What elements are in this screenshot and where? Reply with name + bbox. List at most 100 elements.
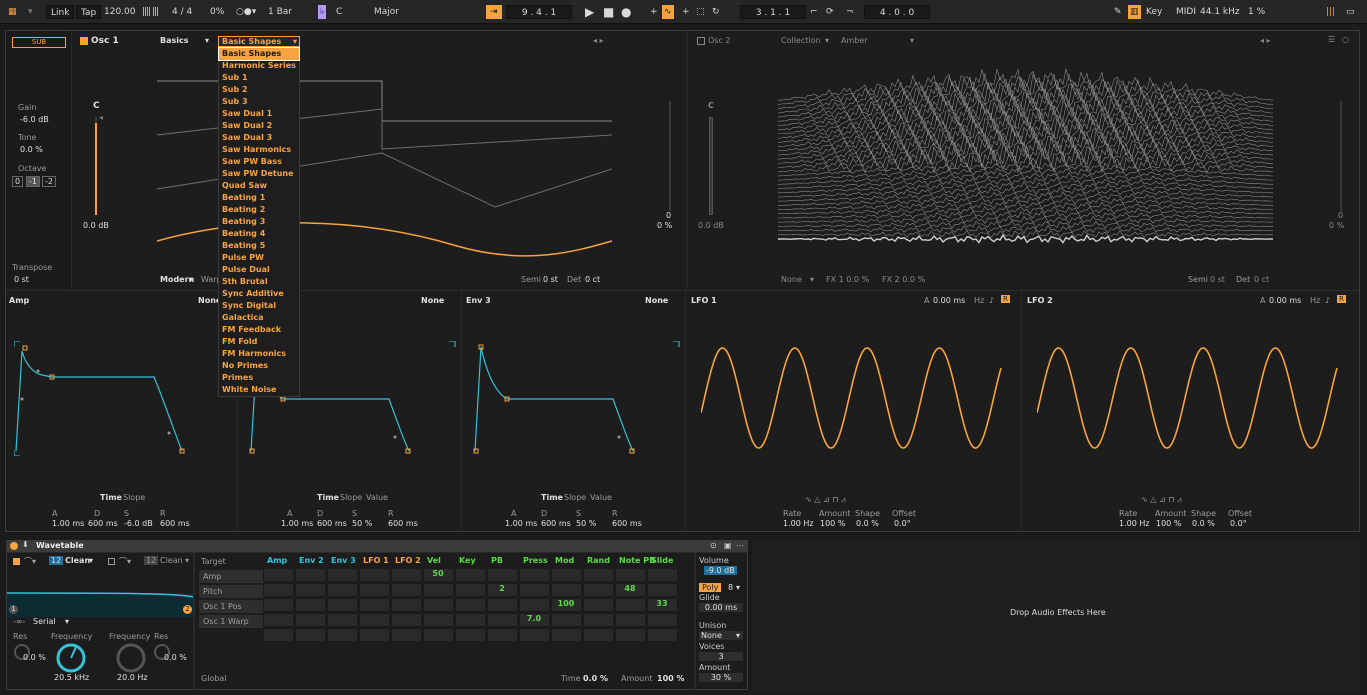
menu-item[interactable]: Saw Dual 2 <box>219 120 299 132</box>
lfo2-retrigger[interactable]: R <box>1337 295 1346 303</box>
device-power-icon[interactable] <box>10 542 18 550</box>
env1-graph[interactable] <box>14 341 234 456</box>
menu-item[interactable]: 5th Brutal <box>219 276 299 288</box>
menu-item[interactable]: Sub 1 <box>219 72 299 84</box>
matrix-amount[interactable]: 100 <box>551 599 581 608</box>
loop-length-field[interactable]: 4 . 0 . 0 <box>864 5 930 19</box>
osc2-wavetable[interactable]: Amber <box>841 36 868 45</box>
matrix-cell[interactable] <box>583 613 614 627</box>
matrix-cell[interactable] <box>295 598 326 612</box>
matrix-cell[interactable] <box>455 598 486 612</box>
matrix-amount[interactable]: 48 <box>615 584 645 593</box>
filter1-shape-icon[interactable]: ⌒▾ <box>24 556 36 567</box>
matrix-cell[interactable] <box>263 568 294 582</box>
note-icon[interactable]: ♪ <box>989 296 994 305</box>
env2-decay[interactable]: 600 ms <box>317 519 347 528</box>
lfo2-offset[interactable]: 0.0° <box>1230 519 1247 528</box>
wavetable-select[interactable]: Basic Shapes ▾ <box>218 36 300 47</box>
midi-map-button[interactable]: MIDI <box>1176 5 1196 19</box>
matrix-cell[interactable] <box>327 628 358 642</box>
octave-0[interactable]: 0 <box>12 176 24 187</box>
matrix-cell[interactable] <box>359 628 390 642</box>
chevron-down-icon[interactable]: ▾ <box>185 556 189 565</box>
osc2-enable[interactable] <box>697 37 705 45</box>
play-icon[interactable]: ▶ <box>585 5 594 19</box>
circle-icon[interactable]: ○ <box>1342 35 1349 44</box>
lfo1-attack[interactable]: 0.00 ms <box>933 296 965 305</box>
matrix-cell[interactable] <box>423 613 454 627</box>
menu-item[interactable]: No Primes <box>219 360 299 372</box>
punch-in-icon[interactable]: ⌐ <box>810 5 818 19</box>
menu-icon[interactable]: ▾ <box>28 5 33 19</box>
matrix-amount[interactable]: 2 <box>487 584 517 593</box>
osc1-det[interactable]: 0 ct <box>585 275 600 284</box>
menu-item[interactable]: Beating 3 <box>219 216 299 228</box>
menu-item[interactable]: Saw Dual 3 <box>219 132 299 144</box>
menu-item[interactable]: Saw PW Detune <box>219 168 299 180</box>
matrix-cell[interactable] <box>455 613 486 627</box>
env1-slope-tab[interactable]: Slope <box>123 493 145 502</box>
env3-sustain[interactable]: 50 % <box>576 519 596 528</box>
menu-item[interactable]: White Noise <box>219 384 299 396</box>
matrix-cell[interactable] <box>423 598 454 612</box>
matrix-amount[interactable]: 33 <box>647 599 677 608</box>
menu-item[interactable]: Sub 2 <box>219 84 299 96</box>
osc1-semi[interactable]: 0 st <box>543 275 558 284</box>
matrix-cell[interactable] <box>487 613 518 627</box>
freq1-value[interactable]: 20.5 kHz <box>54 673 89 682</box>
lfo1-amount[interactable]: 100 % <box>820 519 845 528</box>
matrix-cell[interactable] <box>455 568 486 582</box>
transpose-value[interactable]: 0 st <box>14 275 29 284</box>
env2-attack[interactable]: 1.00 ms <box>281 519 313 528</box>
env3-slope-tab[interactable]: Slope <box>564 493 586 502</box>
osc2-fx2[interactable]: FX 2 0.0 % <box>882 275 925 284</box>
scale-select[interactable]: Major <box>374 5 399 19</box>
freq2-knob[interactable] <box>114 641 148 675</box>
matrix-cell[interactable] <box>487 598 518 612</box>
matrix-cell[interactable] <box>327 613 358 627</box>
env2-mode[interactable]: None <box>421 296 444 305</box>
env2-value-tab[interactable]: Value <box>366 493 388 502</box>
filter2-node[interactable]: 1 <box>9 605 18 614</box>
matrix-cell[interactable] <box>519 583 550 597</box>
matrix-cell[interactable] <box>391 583 422 597</box>
matrix-cell[interactable] <box>583 628 614 642</box>
menu-item[interactable]: FM Fold <box>219 336 299 348</box>
filter2-slope[interactable]: 12 <box>144 556 159 565</box>
matrix-cell[interactable] <box>295 613 326 627</box>
matrix-cell[interactable] <box>615 598 646 612</box>
matrix-cell[interactable] <box>423 583 454 597</box>
loop-start-field[interactable]: 3 . 1 . 1 <box>740 5 806 19</box>
octave-minus1[interactable]: -1 <box>26 176 40 187</box>
matrix-cell[interactable] <box>327 583 358 597</box>
menu-item[interactable]: Galactica <box>219 312 299 324</box>
matrix-cell[interactable] <box>295 568 326 582</box>
matrix-cell[interactable] <box>647 583 678 597</box>
matrix-cell[interactable] <box>551 613 582 627</box>
link-button[interactable]: Link <box>46 5 75 19</box>
env1-sustain[interactable]: -6.0 dB <box>124 519 153 528</box>
nudge-icon[interactable]: |||| ||| <box>142 5 159 19</box>
matrix-target-row[interactable]: Amp <box>199 570 265 583</box>
env2-sustain[interactable]: 50 % <box>352 519 372 528</box>
env1-decay[interactable]: 600 ms <box>88 519 118 528</box>
poly-toggle[interactable]: Poly <box>699 583 722 592</box>
device-save-icon[interactable]: ⊙ <box>710 541 717 550</box>
voices-value[interactable]: 3 <box>699 652 743 661</box>
matrix-cell[interactable] <box>551 628 582 642</box>
keyboard-icon[interactable]: ▥ <box>1128 5 1141 19</box>
global-amount[interactable]: 100 % <box>657 674 685 683</box>
list-icon[interactable]: ☰ <box>1328 35 1335 44</box>
matrix-cell[interactable] <box>487 568 518 582</box>
capture-icon[interactable]: ⬚ <box>696 5 705 19</box>
matrix-cell[interactable] <box>647 568 678 582</box>
matrix-target-row[interactable]: Pitch <box>199 585 265 598</box>
menu-item[interactable]: FM Feedback <box>219 324 299 336</box>
matrix-cell[interactable] <box>583 598 614 612</box>
note-icon[interactable]: ♪ <box>1325 296 1330 305</box>
matrix-cell[interactable] <box>295 628 326 642</box>
scale-mode-icon[interactable]: ♭ <box>318 5 327 19</box>
prev-next-icon[interactable]: ◂ ▸ <box>593 36 604 45</box>
voices-count[interactable]: 8 <box>728 583 733 592</box>
osc2-level-track[interactable] <box>709 117 713 215</box>
